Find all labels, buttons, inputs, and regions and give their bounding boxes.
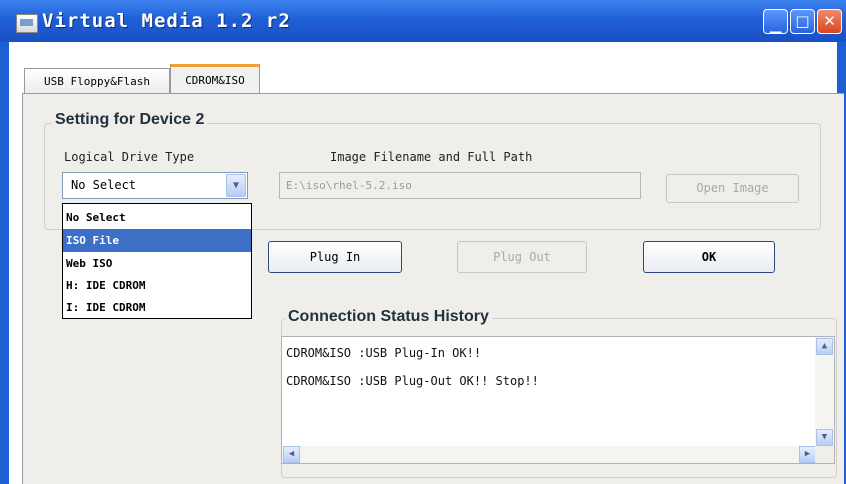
minimize-icon: ▁ bbox=[769, 16, 782, 34]
maximize-button[interactable]: □ bbox=[790, 9, 815, 34]
dropdown-option-web-iso[interactable]: Web ISO bbox=[63, 252, 251, 275]
log-line: CDROM&ISO :USB Plug-Out OK!! Stop!! bbox=[286, 374, 539, 388]
drive-type-dropdown[interactable]: No Select ISO File Web ISO H: IDE CDROM … bbox=[62, 203, 252, 319]
dropdown-option-h-ide-cdrom[interactable]: H: IDE CDROM bbox=[63, 274, 251, 297]
logical-drive-type-label: Logical Drive Type bbox=[64, 150, 195, 164]
device-settings-title: Setting for Device 2 bbox=[52, 111, 208, 129]
connection-status-title: Connection Status History bbox=[285, 308, 492, 326]
maximize-icon: □ bbox=[795, 12, 810, 30]
window-title: Virtual Media 1.2 r2 bbox=[42, 10, 291, 32]
image-path-field: E:\iso\rhel-5.2.iso bbox=[279, 172, 641, 199]
open-image-button: Open Image bbox=[666, 174, 799, 203]
close-button[interactable]: ✕ bbox=[817, 9, 842, 34]
horizontal-scrollbar[interactable]: ◀ ▶ bbox=[282, 446, 817, 463]
status-log[interactable]: CDROM&ISO :USB Plug-In OK!! CDROM&ISO :U… bbox=[281, 336, 835, 464]
minimize-button[interactable]: ▁ bbox=[763, 9, 788, 34]
dropdown-option-no-select[interactable]: No Select bbox=[63, 206, 251, 229]
title-bar[interactable]: Virtual Media 1.2 r2 ▁ □ ✕ bbox=[0, 0, 846, 42]
tab-usb-floppy-flash[interactable]: USB Floppy&Flash bbox=[24, 68, 170, 94]
plug-in-button[interactable]: Plug In bbox=[268, 241, 402, 273]
drive-type-select[interactable]: No Select ▼ bbox=[62, 172, 248, 199]
log-line: CDROM&ISO :USB Plug-In OK!! bbox=[286, 346, 482, 360]
image-path-value: E:\iso\rhel-5.2.iso bbox=[286, 179, 412, 192]
plug-out-button: Plug Out bbox=[457, 241, 587, 273]
dropdown-option-i-ide-cdrom[interactable]: I: IDE CDROM bbox=[63, 296, 251, 319]
image-path-label: Image Filename and Full Path bbox=[330, 150, 533, 164]
drive-type-value: No Select bbox=[71, 178, 137, 192]
dropdown-option-iso-file[interactable]: ISO File bbox=[63, 229, 251, 252]
vertical-scrollbar[interactable]: ▲ ▼ bbox=[815, 337, 834, 447]
app-icon bbox=[16, 14, 38, 33]
scroll-right-icon[interactable]: ▶ bbox=[799, 446, 816, 463]
scroll-up-icon[interactable]: ▲ bbox=[816, 338, 833, 355]
tab-cdrom-iso[interactable]: CDROM&ISO bbox=[170, 64, 260, 94]
scroll-down-icon[interactable]: ▼ bbox=[816, 429, 833, 446]
close-icon: ✕ bbox=[823, 12, 836, 30]
scroll-left-icon[interactable]: ◀ bbox=[283, 446, 300, 463]
ok-button[interactable]: OK bbox=[643, 241, 775, 273]
chevron-down-icon[interactable]: ▼ bbox=[226, 174, 246, 197]
